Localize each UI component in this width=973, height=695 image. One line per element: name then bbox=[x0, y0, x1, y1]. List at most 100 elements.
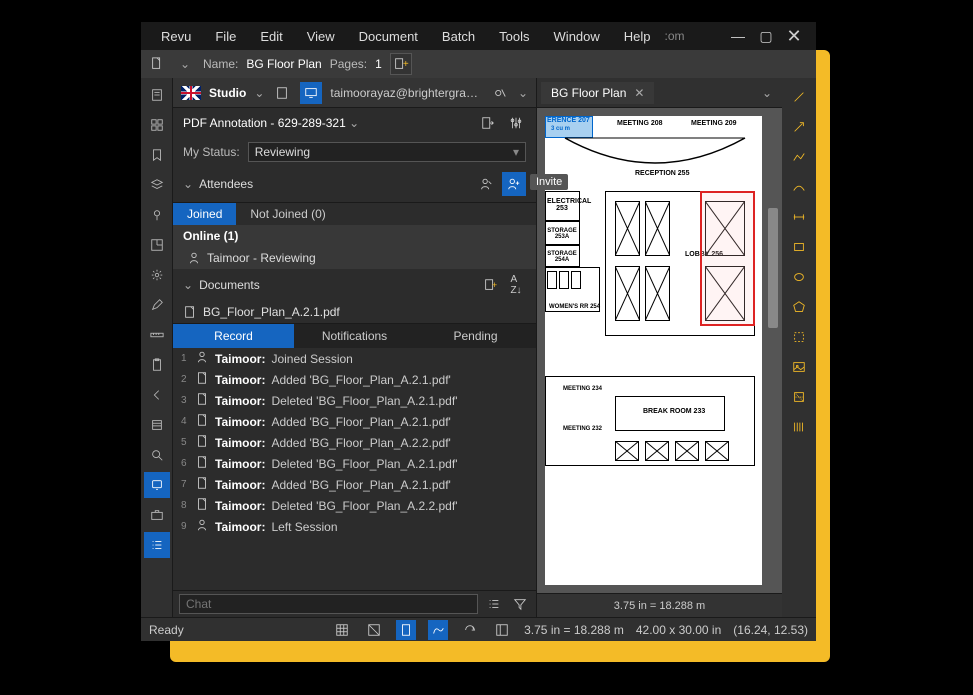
sort-icon[interactable]: AZ↓ bbox=[506, 275, 526, 295]
documents-title: Documents bbox=[199, 278, 474, 292]
grid-toggle-icon[interactable] bbox=[332, 620, 352, 640]
floorplan-icon[interactable] bbox=[144, 232, 170, 258]
activity-row[interactable]: 2Taimoor: Added 'BG_Floor_Plan_A.2.1.pdf… bbox=[173, 369, 536, 390]
document-item[interactable]: BG_Floor_Plan_A.2.1.pdf bbox=[173, 301, 536, 323]
activity-row[interactable]: 7Taimoor: Added 'BG_Floor_Plan_A.2.1.pdf… bbox=[173, 474, 536, 495]
tab-joined[interactable]: Joined bbox=[173, 203, 236, 225]
inner-status: 3.75 in = 18.288 m bbox=[537, 593, 782, 617]
attendee-row[interactable]: Taimoor - Reviewing bbox=[173, 247, 536, 269]
statusbar: Ready 3.75 in = 18.288 m 42.00 x 30.00 i… bbox=[141, 617, 816, 641]
doc-canvas[interactable]: ERENCE 207 3 cu m MEETING 208 MEETING 20… bbox=[537, 108, 782, 593]
tab-pending[interactable]: Pending bbox=[415, 324, 536, 348]
search-icon[interactable] bbox=[144, 442, 170, 468]
file-icon[interactable] bbox=[144, 82, 170, 108]
studio-dropdown[interactable]: ⌄ bbox=[254, 86, 264, 100]
area-tool[interactable] bbox=[786, 384, 812, 410]
rect-tool[interactable] bbox=[786, 234, 812, 260]
activity-row[interactable]: 5Taimoor: Added 'BG_Floor_Plan_A.2.2.pdf… bbox=[173, 432, 536, 453]
monitor-icon[interactable] bbox=[300, 82, 322, 104]
menu-view[interactable]: View bbox=[297, 26, 345, 47]
tab-dropdown[interactable]: ⌄ bbox=[756, 86, 778, 100]
invite-button[interactable]: Invite bbox=[502, 172, 526, 196]
coords-readout: (16.24, 12.53) bbox=[733, 623, 808, 637]
leave-session-icon[interactable] bbox=[478, 113, 498, 133]
list-view-icon[interactable] bbox=[484, 594, 504, 614]
layers-icon[interactable] bbox=[144, 172, 170, 198]
activity-user: Taimoor: bbox=[215, 394, 265, 408]
markup-icon[interactable] bbox=[428, 620, 448, 640]
list-icon[interactable] bbox=[144, 532, 170, 558]
activity-row[interactable]: 1Taimoor: Joined Session bbox=[173, 348, 536, 369]
chevron-down-icon[interactable]: ⌄ bbox=[518, 86, 528, 100]
book-icon[interactable] bbox=[144, 412, 170, 438]
back-icon[interactable] bbox=[144, 382, 170, 408]
activity-number: 4 bbox=[181, 416, 189, 427]
activity-text: Added 'BG_Floor_Plan_A.2.1.pdf' bbox=[271, 478, 450, 492]
close-tab-icon[interactable]: ✕ bbox=[634, 86, 644, 100]
activity-row[interactable]: 4Taimoor: Added 'BG_Floor_Plan_A.2.1.pdf… bbox=[173, 411, 536, 432]
document-dropdown[interactable]: ⌄ bbox=[175, 54, 195, 74]
ellipse-tool[interactable] bbox=[786, 264, 812, 290]
activity-row[interactable]: 8Taimoor: Deleted 'BG_Floor_Plan_A.2.2.p… bbox=[173, 495, 536, 516]
deny-user-icon[interactable] bbox=[476, 174, 496, 194]
snap-icon[interactable] bbox=[364, 620, 384, 640]
add-document-icon[interactable]: + bbox=[480, 275, 500, 295]
studio-icon[interactable] bbox=[144, 472, 170, 498]
status-label: My Status: bbox=[183, 145, 240, 159]
menu-window[interactable]: Window bbox=[544, 26, 610, 47]
chat-input[interactable] bbox=[179, 594, 478, 614]
settings-icon[interactable] bbox=[506, 113, 526, 133]
clipboard-icon[interactable] bbox=[144, 352, 170, 378]
page-icon[interactable] bbox=[396, 620, 416, 640]
menu-file[interactable]: File bbox=[205, 26, 246, 47]
briefcase-icon[interactable] bbox=[144, 502, 170, 528]
menu-help[interactable]: Help bbox=[614, 26, 661, 47]
tab-record[interactable]: Record bbox=[173, 324, 294, 348]
count-tool[interactable] bbox=[786, 414, 812, 440]
new-page-button[interactable]: + bbox=[390, 53, 412, 75]
activity-row[interactable]: 6Taimoor: Deleted 'BG_Floor_Plan_A.2.1.p… bbox=[173, 453, 536, 474]
polygon-tool[interactable] bbox=[786, 294, 812, 320]
grid-icon[interactable] bbox=[144, 112, 170, 138]
window-close[interactable]: ✕ bbox=[782, 24, 806, 48]
window-maximize[interactable]: ▢ bbox=[754, 24, 778, 48]
tab-notifications[interactable]: Notifications bbox=[294, 324, 415, 348]
floorplan-view[interactable]: ERENCE 207 3 cu m MEETING 208 MEETING 20… bbox=[545, 116, 762, 585]
tab-not-joined[interactable]: Not Joined (0) bbox=[236, 203, 339, 225]
documents-header[interactable]: ⌄ Documents + AZ↓ bbox=[173, 269, 536, 301]
doc-tab[interactable]: BG Floor Plan ✕ bbox=[541, 82, 654, 104]
pin-icon[interactable] bbox=[144, 202, 170, 228]
activity-icon bbox=[195, 476, 209, 493]
menu-tools[interactable]: Tools bbox=[489, 26, 539, 47]
menu-batch[interactable]: Batch bbox=[432, 26, 485, 47]
activity-row[interactable]: 9Taimoor: Left Session bbox=[173, 516, 536, 537]
disconnect-icon[interactable] bbox=[490, 83, 510, 103]
status-select[interactable]: Reviewing ▾ bbox=[248, 142, 526, 162]
gear-icon[interactable] bbox=[144, 262, 170, 288]
polyline-tool[interactable] bbox=[786, 144, 812, 170]
pen-icon[interactable] bbox=[144, 292, 170, 318]
menu-document[interactable]: Document bbox=[349, 26, 428, 47]
ruler-icon[interactable] bbox=[144, 322, 170, 348]
document-filename: BG_Floor_Plan_A.2.1.pdf bbox=[203, 305, 340, 319]
attendees-header[interactable]: ⌄ Attendees Invite bbox=[173, 166, 536, 202]
filter-icon[interactable] bbox=[510, 594, 530, 614]
vertical-scrollbar[interactable] bbox=[768, 148, 778, 553]
sync-icon[interactable] bbox=[460, 620, 480, 640]
line-tool[interactable] bbox=[786, 84, 812, 110]
document-icon[interactable] bbox=[147, 54, 167, 74]
session-name[interactable]: PDF Annotation - 629-289-321 ⌄ bbox=[183, 116, 470, 130]
window-minimize[interactable]: — bbox=[726, 24, 750, 48]
image-tool[interactable] bbox=[786, 354, 812, 380]
document-icon[interactable] bbox=[272, 83, 292, 103]
bookmark-icon[interactable] bbox=[144, 142, 170, 168]
curve-tool[interactable] bbox=[786, 174, 812, 200]
layout-icon[interactable] bbox=[492, 620, 512, 640]
dimension-tool[interactable] bbox=[786, 204, 812, 230]
activity-row[interactable]: 3Taimoor: Deleted 'BG_Floor_Plan_A.2.1.p… bbox=[173, 390, 536, 411]
crop-tool[interactable] bbox=[786, 324, 812, 350]
menu-revu[interactable]: Revu bbox=[151, 26, 201, 47]
arrow-tool[interactable] bbox=[786, 114, 812, 140]
activity-number: 8 bbox=[181, 500, 189, 511]
menu-edit[interactable]: Edit bbox=[250, 26, 292, 47]
